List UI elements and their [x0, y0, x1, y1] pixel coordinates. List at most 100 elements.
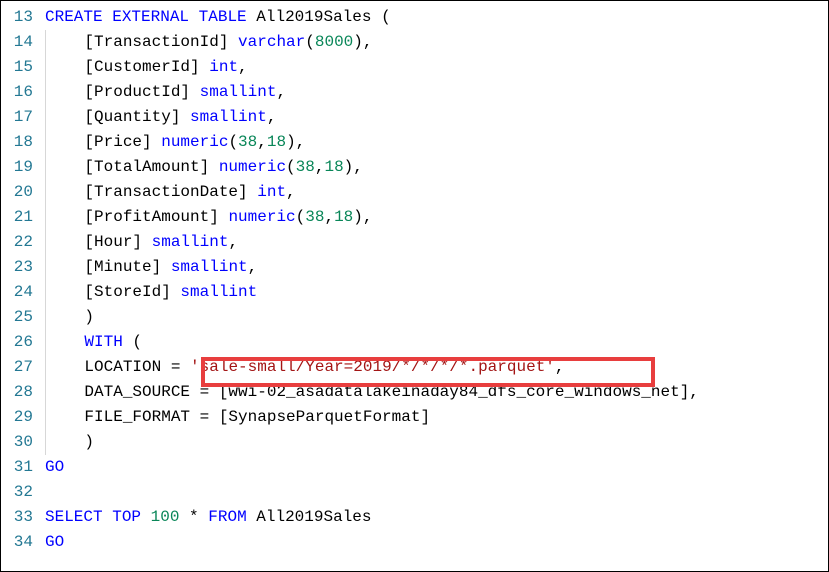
token: WITH: [84, 333, 122, 351]
token: 38: [238, 133, 257, 151]
code-line[interactable]: 29 FILE_FORMAT = [SynapseParquetFormat]: [1, 405, 828, 430]
token: ,: [276, 83, 286, 101]
code-line[interactable]: 15 [CustomerId] int,: [1, 55, 828, 80]
line-number: 23: [1, 255, 45, 280]
code-editor[interactable]: 13CREATE EXTERNAL TABLE All2019Sales (14…: [0, 0, 829, 572]
code-content: [Price] numeric(38,18),: [45, 130, 828, 155]
line-number: 26: [1, 330, 45, 355]
code-content: [Hour] smallint,: [45, 230, 828, 255]
code-line[interactable]: 34GO: [1, 530, 828, 555]
token: smallint: [152, 233, 229, 251]
line-number: 25: [1, 305, 45, 330]
code-line[interactable]: 24 [StoreId] smallint: [1, 280, 828, 305]
token: smallint: [171, 258, 248, 276]
token: [Minute]: [46, 258, 171, 276]
token: [TransactionDate]: [46, 183, 257, 201]
token: smallint: [190, 108, 267, 126]
token: DATA_SOURCE = [wwi-02_asadatalakeinaday8…: [46, 383, 699, 401]
token: [103, 508, 113, 526]
code-line[interactable]: 17 [Quantity] smallint,: [1, 105, 828, 130]
token: int: [209, 58, 238, 76]
token: ,: [267, 108, 277, 126]
line-number: 34: [1, 530, 45, 555]
token: (: [296, 208, 306, 226]
code-line[interactable]: 14 [TransactionId] varchar(8000),: [1, 30, 828, 55]
code-line[interactable]: 26 WITH (: [1, 330, 828, 355]
code-content: [ProfitAmount] numeric(38,18),: [45, 205, 828, 230]
line-number: 20: [1, 180, 45, 205]
code-line[interactable]: 32: [1, 480, 828, 505]
code-content: GO: [45, 530, 828, 555]
token: (: [371, 8, 390, 26]
token: [ProductId]: [46, 83, 200, 101]
token: ,: [238, 58, 248, 76]
token: ,: [555, 358, 565, 376]
code-line[interactable]: 18 [Price] numeric(38,18),: [1, 130, 828, 155]
line-number: 33: [1, 505, 45, 530]
code-content: [StoreId] smallint: [45, 280, 828, 305]
token: (: [286, 158, 296, 176]
code-line[interactable]: 30 ): [1, 430, 828, 455]
token: 38: [305, 208, 324, 226]
code-line[interactable]: 31GO: [1, 455, 828, 480]
code-lines: 13CREATE EXTERNAL TABLE All2019Sales (14…: [1, 5, 828, 555]
token: [141, 508, 151, 526]
token: (: [123, 333, 142, 351]
line-number: 16: [1, 80, 45, 105]
token: ),: [286, 133, 305, 151]
token: TOP: [112, 508, 141, 526]
code-line[interactable]: 33SELECT TOP 100 * FROM All2019Sales: [1, 505, 828, 530]
token: [189, 8, 199, 26]
token: CREATE: [45, 8, 103, 26]
token: [103, 8, 113, 26]
token: numeric: [228, 208, 295, 226]
token: ,: [248, 258, 258, 276]
line-number: 32: [1, 480, 45, 505]
code-line[interactable]: 19 [TotalAmount] numeric(38,18),: [1, 155, 828, 180]
token: FILE_FORMAT = [SynapseParquetFormat]: [46, 408, 430, 426]
token: LOCATION =: [46, 358, 190, 376]
code-content: DATA_SOURCE = [wwi-02_asadatalakeinaday8…: [45, 380, 828, 405]
token: 18: [334, 208, 353, 226]
code-line[interactable]: 25 ): [1, 305, 828, 330]
token: ,: [228, 233, 238, 251]
token: ),: [353, 33, 372, 51]
code-line[interactable]: 16 [ProductId] smallint,: [1, 80, 828, 105]
token: 38: [296, 158, 315, 176]
code-line[interactable]: 28 DATA_SOURCE = [wwi-02_asadatalakeinad…: [1, 380, 828, 405]
token: [Price]: [46, 133, 161, 151]
line-number: 18: [1, 130, 45, 155]
token: numeric: [219, 158, 286, 176]
token: [TransactionId]: [46, 33, 238, 51]
code-content: [TotalAmount] numeric(38,18),: [45, 155, 828, 180]
token: All2019Sales: [247, 508, 372, 526]
token: *: [179, 508, 208, 526]
token: 18: [267, 133, 286, 151]
line-number: 24: [1, 280, 45, 305]
token: [StoreId]: [46, 283, 180, 301]
line-number: 31: [1, 455, 45, 480]
line-number: 17: [1, 105, 45, 130]
code-line[interactable]: 21 [ProfitAmount] numeric(38,18),: [1, 205, 828, 230]
code-line[interactable]: 27 LOCATION = 'sale-small/Year=2019/*/*/…: [1, 355, 828, 380]
token: FROM: [208, 508, 246, 526]
line-number: 22: [1, 230, 45, 255]
line-number: 19: [1, 155, 45, 180]
token: [247, 8, 257, 26]
token: ): [46, 433, 94, 451]
token: EXTERNAL: [112, 8, 189, 26]
token: TABLE: [199, 8, 247, 26]
line-number: 15: [1, 55, 45, 80]
code-content: [TransactionId] varchar(8000),: [45, 30, 828, 55]
code-content: [Quantity] smallint,: [45, 105, 828, 130]
token: 'sale-small/Year=2019/*/*/*/*.parquet': [190, 358, 555, 376]
token: 100: [151, 508, 180, 526]
code-line[interactable]: 20 [TransactionDate] int,: [1, 180, 828, 205]
token: smallint: [180, 283, 257, 301]
code-line[interactable]: 23 [Minute] smallint,: [1, 255, 828, 280]
token: ,: [257, 133, 267, 151]
code-line[interactable]: 22 [Hour] smallint,: [1, 230, 828, 255]
code-line[interactable]: 13CREATE EXTERNAL TABLE All2019Sales (: [1, 5, 828, 30]
token: smallint: [200, 83, 277, 101]
code-content: [ProductId] smallint,: [45, 80, 828, 105]
